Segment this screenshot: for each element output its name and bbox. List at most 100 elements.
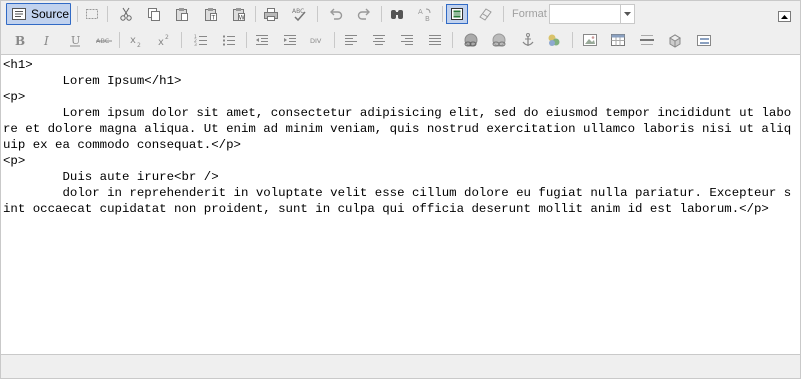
remove-format-icon bbox=[479, 8, 492, 21]
svg-text:DIV: DIV bbox=[310, 37, 322, 45]
chevron-down-icon bbox=[624, 12, 631, 16]
cut-icon bbox=[120, 7, 132, 21]
maximize-button[interactable] bbox=[446, 4, 468, 24]
align-right-icon bbox=[401, 35, 413, 45]
toolbar-separator bbox=[452, 32, 453, 48]
numbered-list-button[interactable]: 1 2 3 bbox=[190, 30, 212, 50]
align-justify-button[interactable] bbox=[424, 30, 446, 50]
toolbar-separator bbox=[572, 32, 573, 48]
toolbar-separator bbox=[503, 6, 504, 22]
internal-link-icon bbox=[548, 34, 560, 46]
paste-button[interactable] bbox=[171, 4, 193, 24]
source-code-text[interactable]: <h1> Lorem Ipsum</h1> <p> Lorem ipsum do… bbox=[1, 55, 800, 217]
template-icon bbox=[697, 35, 711, 46]
toolbar-separator bbox=[255, 6, 256, 22]
bold-button[interactable]: B bbox=[8, 30, 30, 50]
bulleted-list-icon bbox=[223, 35, 235, 46]
internal-link-button[interactable] bbox=[543, 30, 565, 50]
align-right-button[interactable] bbox=[396, 30, 418, 50]
svg-text:x: x bbox=[158, 37, 164, 48]
maximize-icon bbox=[451, 8, 463, 20]
svg-text:x: x bbox=[130, 35, 136, 46]
select-all-icon bbox=[86, 9, 98, 19]
editor-status-bar bbox=[1, 356, 800, 378]
superscript-icon: x 2 bbox=[158, 34, 169, 48]
align-justify-icon bbox=[429, 35, 441, 45]
anchor-icon bbox=[522, 33, 534, 46]
svg-text:B: B bbox=[425, 15, 430, 22]
indent-button[interactable] bbox=[279, 30, 301, 50]
link-button[interactable] bbox=[460, 30, 482, 50]
superscript-button[interactable]: x 2 bbox=[153, 30, 175, 50]
undo-button[interactable] bbox=[325, 4, 347, 24]
paste-text-button[interactable]: T bbox=[200, 4, 222, 24]
special-char-button[interactable] bbox=[664, 30, 686, 50]
link-icon bbox=[464, 33, 478, 47]
paste-word-icon: W bbox=[233, 8, 245, 22]
collapse-icon bbox=[781, 14, 788, 19]
underline-icon: U bbox=[70, 34, 80, 47]
toolbar-separator bbox=[381, 6, 382, 22]
spellcheck-button[interactable]: ABC bbox=[288, 4, 310, 24]
print-button[interactable] bbox=[260, 4, 282, 24]
source-editor-area[interactable]: <h1> Lorem Ipsum</h1> <p> Lorem ipsum do… bbox=[1, 54, 800, 355]
unlink-icon bbox=[492, 33, 506, 47]
source-button[interactable]: Source bbox=[6, 3, 71, 25]
template-button[interactable] bbox=[693, 30, 715, 50]
table-button[interactable] bbox=[607, 30, 629, 50]
italic-button[interactable]: I bbox=[36, 30, 58, 50]
align-left-button[interactable] bbox=[340, 30, 362, 50]
numbered-list-icon: 1 2 3 bbox=[194, 34, 207, 48]
outdent-button[interactable] bbox=[251, 30, 273, 50]
cut-button[interactable] bbox=[115, 4, 137, 24]
underline-button[interactable]: U bbox=[64, 30, 86, 50]
toolbar-separator bbox=[119, 32, 120, 48]
toolbar-separator bbox=[107, 6, 108, 22]
align-center-button[interactable] bbox=[368, 30, 390, 50]
indent-icon bbox=[284, 35, 296, 45]
align-center-icon bbox=[373, 35, 385, 45]
bulleted-list-button[interactable] bbox=[218, 30, 240, 50]
redo-icon bbox=[357, 8, 370, 20]
select-all-button[interactable] bbox=[81, 4, 103, 24]
align-left-icon bbox=[345, 35, 357, 45]
unlink-button[interactable] bbox=[488, 30, 510, 50]
svg-text:I: I bbox=[43, 34, 49, 48]
toolbar-separator bbox=[246, 32, 247, 48]
div-container-icon: DIV bbox=[310, 37, 322, 45]
replace-button[interactable]: A B bbox=[414, 4, 436, 24]
svg-text:2: 2 bbox=[165, 34, 169, 41]
subscript-icon: x 2 bbox=[130, 35, 141, 48]
remove-format-button[interactable] bbox=[474, 4, 496, 24]
toolbar-separator bbox=[181, 32, 182, 48]
subscript-button[interactable]: x 2 bbox=[125, 30, 147, 50]
collapse-toolbar-button[interactable] bbox=[778, 11, 791, 22]
image-button[interactable] bbox=[579, 30, 601, 50]
div-container-button[interactable]: DIV bbox=[307, 30, 329, 50]
svg-text:W: W bbox=[239, 15, 245, 22]
copy-icon bbox=[148, 8, 160, 21]
svg-text:U: U bbox=[71, 34, 80, 47]
format-select[interactable] bbox=[549, 4, 635, 24]
source-icon bbox=[12, 8, 26, 20]
undo-icon bbox=[330, 8, 343, 20]
find-icon bbox=[391, 10, 403, 19]
svg-text:2: 2 bbox=[137, 42, 141, 48]
redo-button[interactable] bbox=[353, 4, 375, 24]
rich-text-editor: Source T W ABC A B Format B I U ABC x 2 … bbox=[0, 0, 801, 379]
strikethrough-icon: ABC bbox=[96, 37, 112, 45]
toolbar-row-1: Source T W ABC A B Format bbox=[1, 1, 800, 27]
spellcheck-icon: ABC bbox=[292, 8, 306, 22]
strikethrough-button[interactable]: ABC bbox=[93, 30, 115, 50]
find-button[interactable] bbox=[386, 4, 408, 24]
copy-button[interactable] bbox=[143, 4, 165, 24]
svg-text:A: A bbox=[418, 8, 423, 16]
horizontal-rule-button[interactable] bbox=[636, 30, 658, 50]
anchor-button[interactable] bbox=[517, 30, 539, 50]
paste-word-button[interactable]: W bbox=[228, 4, 250, 24]
paste-icon bbox=[176, 8, 188, 21]
bold-icon: B bbox=[15, 34, 25, 48]
special-char-icon bbox=[669, 34, 681, 48]
format-dropdown-arrow[interactable] bbox=[620, 5, 634, 23]
svg-text:3: 3 bbox=[194, 42, 197, 48]
